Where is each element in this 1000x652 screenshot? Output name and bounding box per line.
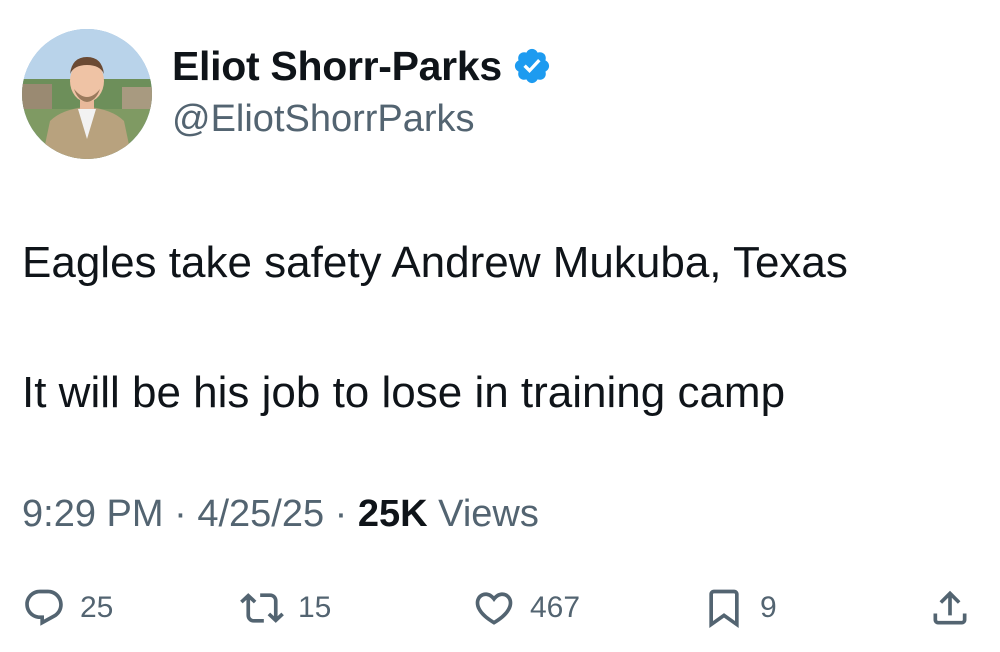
- share-icon: [933, 590, 967, 625]
- author-handle[interactable]: @EliotShorrParks: [172, 98, 475, 141]
- repost-icon: [240, 593, 284, 623]
- tweet-meta: 9:29 PM · 4/25/25 · 25K Views: [22, 493, 539, 536]
- author-name-row: Eliot Shorr-Parks: [172, 40, 552, 92]
- bookmark-count: 9: [760, 591, 777, 624]
- share-button[interactable]: [928, 580, 972, 636]
- bookmark-button[interactable]: 9: [702, 580, 777, 636]
- like-button[interactable]: 467: [472, 580, 580, 636]
- tweet-card: Eliot Shorr-Parks @EliotShorrParks Eagle…: [0, 0, 1000, 652]
- author-display-name[interactable]: Eliot Shorr-Parks: [172, 43, 502, 90]
- action-bar: 25 15 467 9: [0, 580, 1000, 636]
- avatar-photo-icon: [22, 29, 152, 159]
- views-count: 25K: [357, 493, 439, 535]
- author-avatar[interactable]: [22, 29, 152, 159]
- repost-button[interactable]: 15: [240, 580, 331, 636]
- tweet-text-line-2: It will be his job to lose in training c…: [22, 368, 786, 417]
- reply-icon: [25, 589, 63, 626]
- tweet-date[interactable]: 4/25/25: [197, 493, 324, 535]
- heart-icon: [475, 592, 513, 625]
- views-label: Views: [438, 493, 539, 535]
- meta-separator: ·: [334, 493, 358, 535]
- verified-badge-icon: [512, 46, 552, 86]
- tweet-text-line-1: Eagles take safety Andrew Mukuba, Texas: [22, 238, 848, 287]
- repost-count: 15: [298, 591, 332, 624]
- like-count: 467: [530, 591, 581, 624]
- reply-button[interactable]: 25: [22, 580, 113, 636]
- tweet-time[interactable]: 9:29 PM: [22, 493, 164, 535]
- meta-separator: ·: [174, 493, 198, 535]
- reply-count: 25: [80, 591, 114, 624]
- bookmark-icon: [709, 589, 739, 629]
